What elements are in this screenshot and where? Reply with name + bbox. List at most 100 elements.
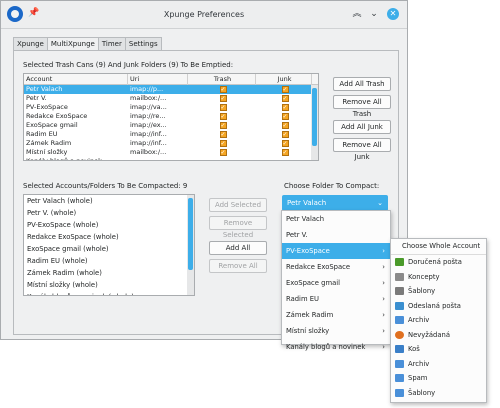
tab-timer[interactable]: Timer	[97, 37, 126, 51]
list-item[interactable]: PV-ExoSpace (whole)	[24, 219, 194, 231]
menu-item[interactable]: Zámek Radim ›	[282, 307, 390, 323]
junk-checkbox[interactable]: ✓	[281, 95, 289, 102]
trash-checkbox[interactable]: ✓	[219, 95, 227, 102]
menu-item[interactable]: Kanály blogů a novinek ›	[282, 339, 390, 355]
table-scrollbar[interactable]	[311, 85, 318, 160]
table-row[interactable]: Petr Valach imap://p... ✓ ✓	[24, 85, 318, 94]
add-selected-button[interactable]: Add Selected	[209, 198, 267, 212]
junk-checkbox[interactable]: ✓	[281, 122, 289, 129]
trash-section-heading: Selected Trash Cans (9) And Junk Folders…	[23, 61, 234, 69]
table-row[interactable]: Petr V. mailbox:/... ✓ ✓	[24, 94, 318, 103]
junk-checkbox[interactable]: ✓	[281, 149, 289, 156]
list-item[interactable]: ExoSpace gmail (whole)	[24, 243, 194, 255]
uri-cell: imap://inf...	[130, 130, 167, 138]
menu-item[interactable]: Místní složky ›	[282, 323, 390, 339]
table-row[interactable]: ExoSpace gmail imap://ex... ✓ ✓	[24, 121, 318, 130]
uri-cell: mailbox:/...	[130, 148, 167, 156]
table-row[interactable]: Radim EU imap://inf... ✓ ✓	[24, 130, 318, 139]
trash-checkbox[interactable]: ✓	[219, 131, 227, 138]
column-uri[interactable]: Uri	[128, 74, 188, 85]
keep-above-icon[interactable]: ︽	[351, 8, 363, 20]
trash-junk-table[interactable]: Account Uri Trash Junk Petr Valach imap:/…	[23, 73, 319, 161]
scrollbar-thumb[interactable]	[188, 198, 193, 270]
menu-item[interactable]: Radim EU ›	[282, 291, 390, 307]
compact-list[interactable]: Petr Valach (whole) Petr V. (whole) PV-Exo…	[23, 194, 195, 296]
submenu-item[interactable]: Šablony	[391, 284, 486, 299]
list-item[interactable]: Radim EU (whole)	[24, 255, 194, 267]
table-row[interactable]: Zámek Radim imap://inf... ✓ ✓	[24, 139, 318, 148]
trash-checkbox[interactable]: ✓	[219, 122, 227, 129]
submenu-item-label: Archiv	[408, 359, 430, 368]
close-icon[interactable]: ✕	[387, 8, 399, 20]
chevron-right-icon: ›	[382, 295, 385, 303]
trash-checkbox[interactable]: ✓	[219, 86, 227, 93]
submenu-item[interactable]: Archiv	[391, 313, 486, 328]
choose-whole-account-item[interactable]: Choose Whole Account	[391, 239, 486, 255]
list-item[interactable]: Petr V. (whole)	[24, 207, 194, 219]
remove-selected-button[interactable]: Remove Selected	[209, 216, 267, 239]
add-all-junk-button[interactable]: Add All Junk	[333, 120, 391, 134]
submenu-item[interactable]: Archiv	[391, 357, 486, 372]
table-row[interactable]: Redakce ExoSpace imap://re... ✓ ✓	[24, 112, 318, 121]
submenu-item[interactable]: Koš	[391, 342, 486, 357]
account-menu: Petr Valach Petr V. PV-ExoSpace › Redakce Ex…	[281, 210, 391, 351]
folder-icon	[395, 359, 404, 368]
junk-checkbox[interactable]: ✓	[281, 104, 289, 111]
column-junk[interactable]: Junk	[256, 74, 312, 85]
list-item[interactable]: Místní složky (whole)	[24, 279, 194, 291]
submenu-item[interactable]: Doručená pošta	[391, 255, 486, 270]
column-account[interactable]: Account	[24, 74, 128, 85]
scrollbar-thumb[interactable]	[312, 88, 317, 146]
remove-all-button[interactable]: Remove All	[209, 259, 267, 273]
table-row[interactable]: Kanály blogů a novinek	[24, 157, 318, 160]
junk-cell: ✓	[256, 148, 312, 157]
list-item[interactable]: Petr Valach (whole)	[24, 195, 194, 207]
list-item[interactable]: Kanály blogů a novinek (whole)	[24, 291, 194, 295]
remove-all-junk-button[interactable]: Remove All Junk	[333, 138, 391, 161]
menu-item[interactable]: Petr V.	[282, 227, 390, 243]
menu-item[interactable]: Petr Valach	[282, 211, 390, 227]
junk-cell: ✓	[256, 121, 312, 130]
trash-checkbox[interactable]: ✓	[219, 104, 227, 111]
junk-checkbox[interactable]: ✓	[281, 86, 289, 93]
menu-item-label: Petr V.	[286, 231, 308, 239]
chevron-right-icon: ›	[382, 263, 385, 271]
tab-settings[interactable]: Settings	[124, 37, 162, 51]
tab-xpunge[interactable]: Xpunge	[13, 37, 48, 51]
submenu-item[interactable]: Koncepty	[391, 270, 486, 285]
menu-item[interactable]: PV-ExoSpace ›	[282, 243, 390, 259]
chevron-down-icon: ⌄	[377, 199, 383, 207]
submenu-item[interactable]: Spam	[391, 371, 486, 386]
column-trash[interactable]: Trash	[188, 74, 256, 85]
account-cell: ExoSpace gmail	[26, 121, 78, 129]
junk-checkbox[interactable]: ✓	[281, 131, 289, 138]
menu-item-label: Redakce ExoSpace	[286, 263, 351, 271]
submenu-item[interactable]: Odeslaná pošta	[391, 299, 486, 314]
junk-checkbox[interactable]: ✓	[281, 113, 289, 120]
window-title: Xpunge Preferences	[163, 10, 245, 19]
submenu-item[interactable]: Šablony	[391, 386, 486, 401]
trash-cell: ✓	[188, 139, 256, 148]
table-row[interactable]: PV-ExoSpace imap://va... ✓ ✓	[24, 103, 318, 112]
menu-item[interactable]: Redakce ExoSpace ›	[282, 259, 390, 275]
folder-submenu: Choose Whole Account Doručená pošta Konce…	[390, 238, 487, 403]
trash-checkbox[interactable]: ✓	[219, 113, 227, 120]
remove-all-trash-button[interactable]: Remove All Trash	[333, 95, 391, 118]
list-item[interactable]: Zámek Radim (whole)	[24, 267, 194, 279]
trash-checkbox[interactable]: ✓	[219, 149, 227, 156]
menu-item-label: Petr Valach	[286, 215, 325, 223]
menu-item-label: PV-ExoSpace	[286, 247, 330, 255]
add-all-trash-button[interactable]: Add All Trash	[333, 77, 391, 91]
list-item[interactable]: Redakce ExoSpace (whole)	[24, 231, 194, 243]
account-cell: Petr V.	[26, 94, 47, 102]
table-row[interactable]: Místní složky mailbox:/... ✓ ✓	[24, 148, 318, 157]
folder-combobox[interactable]: Petr Valach ⌄	[282, 195, 388, 211]
add-all-button[interactable]: Add All	[209, 241, 267, 255]
menu-item[interactable]: ExoSpace gmail ›	[282, 275, 390, 291]
submenu-item[interactable]: Nevyžádaná	[391, 328, 486, 343]
compact-list-scrollbar[interactable]	[187, 195, 194, 295]
junk-checkbox[interactable]: ✓	[281, 140, 289, 147]
minimize-icon[interactable]: ⌄	[368, 8, 380, 20]
folder-icon	[395, 374, 404, 383]
trash-checkbox[interactable]: ✓	[219, 140, 227, 147]
